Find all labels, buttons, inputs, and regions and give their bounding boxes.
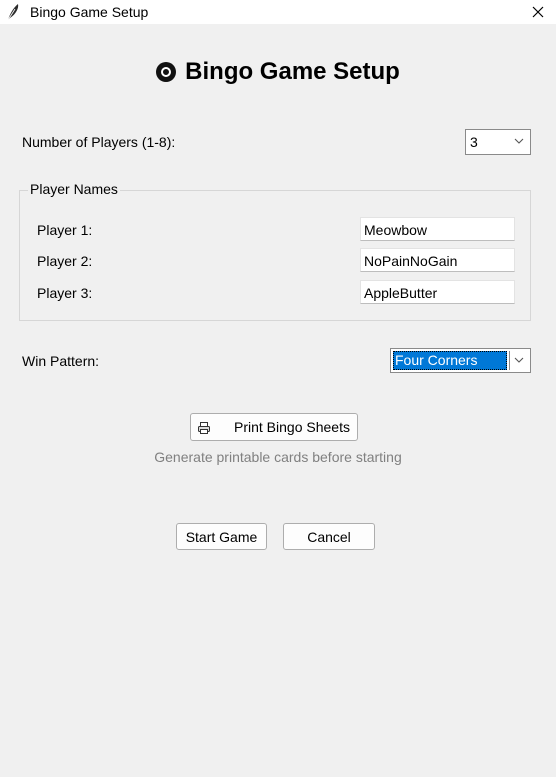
window-title: Bingo Game Setup (30, 4, 149, 20)
player-3-label: Player 3: (37, 285, 93, 301)
win-pattern-label: Win Pattern: (22, 353, 100, 369)
player-1-name-input[interactable]: Meowbow (360, 217, 515, 241)
print-bingo-sheets-button[interactable]: Print Bingo Sheets (190, 413, 358, 441)
print-bingo-sheets-label: Print Bingo Sheets (234, 419, 350, 435)
chevron-down-icon (514, 138, 524, 144)
player-2-label: Player 2: (37, 253, 93, 269)
player-1-label: Player 1: (37, 222, 93, 238)
chevron-down-icon (514, 357, 524, 363)
player-names-legend: Player Names (28, 181, 120, 197)
feather-icon (7, 4, 19, 21)
players-count-value: 3 (470, 134, 478, 150)
print-hint-text: Generate printable cards before starting (154, 449, 402, 465)
close-button[interactable] (520, 0, 556, 24)
player-3-name-input[interactable]: AppleButter (360, 280, 515, 304)
win-pattern-value: Four Corners (395, 352, 478, 368)
close-icon (532, 6, 544, 18)
title-bar: Bingo Game Setup (0, 0, 556, 24)
bingo-ball-icon (156, 62, 177, 82)
win-pattern-combobox[interactable]: Four Corners (390, 348, 531, 373)
players-count-label: Number of Players (1-8): (22, 134, 176, 150)
combo-divider (509, 351, 510, 370)
start-game-button[interactable]: Start Game (176, 523, 267, 550)
players-count-combobox[interactable]: 3 (465, 129, 531, 155)
player-2-name-input[interactable]: NoPainNoGain (360, 248, 515, 272)
page-title: Bingo Game Setup (185, 58, 400, 85)
cancel-button[interactable]: Cancel (283, 523, 375, 550)
page-heading: Bingo Game Setup (0, 58, 556, 86)
printer-icon (198, 422, 210, 434)
